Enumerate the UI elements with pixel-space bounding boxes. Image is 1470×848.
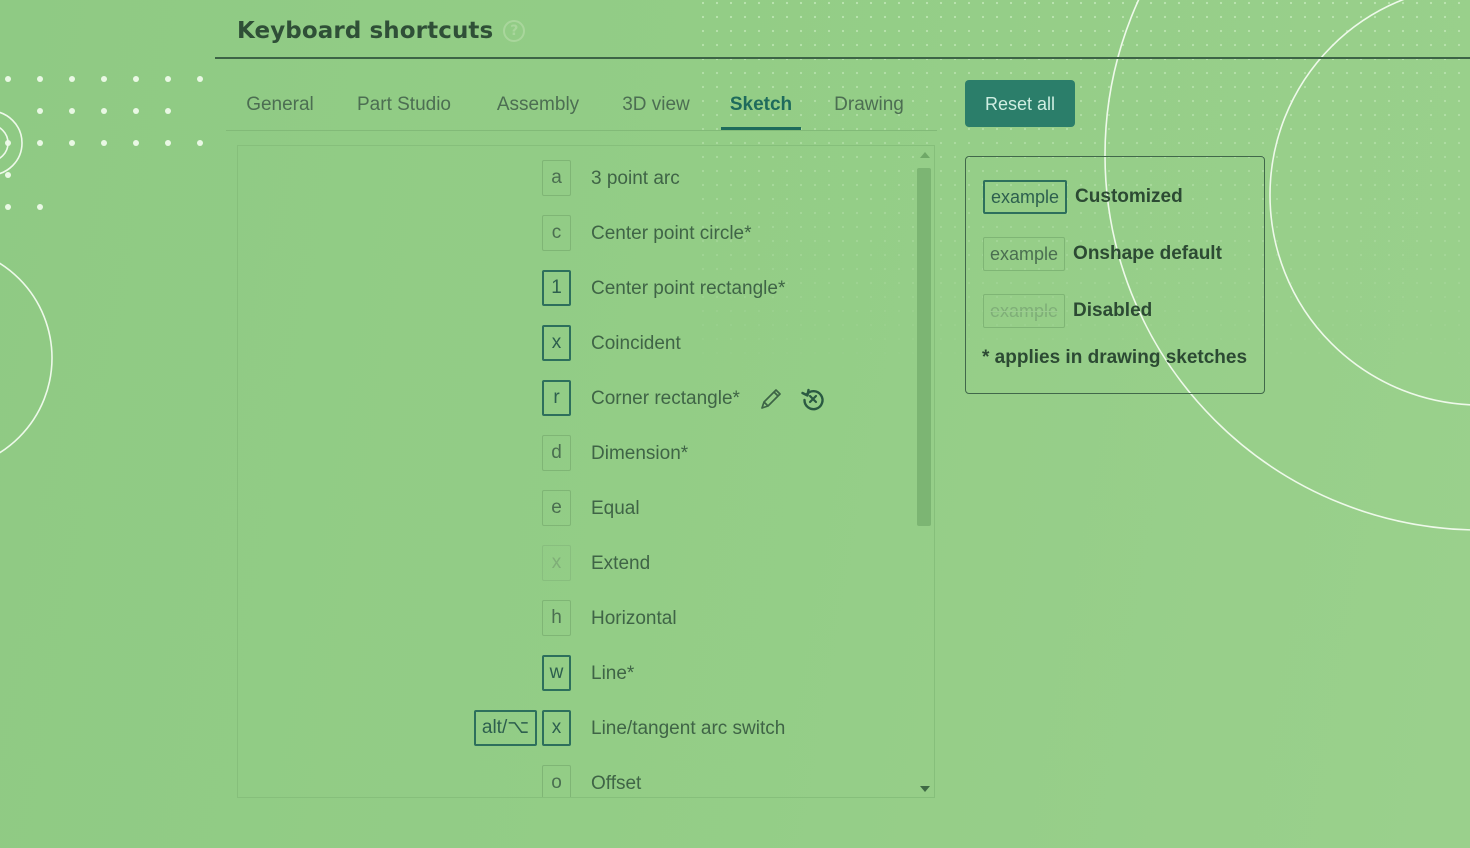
shortcut-label: Corner rectangle* [591, 388, 740, 409]
page-title: Keyboard shortcuts [237, 18, 494, 44]
shortcut-label: Offset [591, 773, 642, 794]
shortcut-label: Dimension* [591, 443, 689, 464]
shortcut-list: a 3 point arc c Center point circle* 1 C… [237, 145, 935, 798]
legend-panel: example Customized example Onshape defau… [965, 156, 1265, 394]
shortcut-key[interactable]: r [542, 380, 571, 416]
scroll-down-arrow-icon[interactable] [920, 786, 930, 792]
tab-bar: General Part Studio Assembly 3D view Ske… [226, 82, 937, 131]
shortcut-key[interactable]: o [542, 765, 571, 797]
shortcut-label: Coincident [591, 333, 681, 354]
shortcut-row[interactable]: o Offset [238, 764, 918, 797]
tab-3d-view[interactable]: 3D view [620, 82, 692, 128]
shortcut-row[interactable]: x Extend [238, 544, 918, 584]
shortcut-row[interactable]: x Coincident [238, 324, 918, 364]
scroll-up-arrow-icon[interactable] [920, 152, 930, 158]
shortcut-key[interactable]: 1 [542, 270, 571, 306]
pencil-icon[interactable] [758, 386, 784, 412]
shortcut-row[interactable]: h Horizontal [238, 599, 918, 639]
header: Keyboard shortcuts ? [237, 18, 526, 44]
tab-drawing[interactable]: Drawing [830, 82, 908, 128]
shortcut-row[interactable]: alt/⌥ x Line/tangent arc switch [238, 709, 918, 749]
tab-assembly[interactable]: Assembly [492, 82, 584, 128]
legend-footnote: * applies in drawing sketches [982, 347, 1248, 368]
shortcut-row[interactable]: a 3 point arc [238, 159, 918, 199]
shortcut-label: Center point rectangle* [591, 278, 786, 299]
legend-label: Disabled [1073, 300, 1153, 321]
shortcut-row[interactable]: r Corner rectangle* [238, 379, 918, 419]
scrollbar-thumb[interactable] [917, 168, 931, 526]
shortcut-key[interactable]: a [542, 160, 571, 196]
modifier-key[interactable]: alt/⌥ [474, 710, 537, 746]
legend-item-disabled: example Disabled [983, 293, 1152, 329]
shortcut-label: Horizontal [591, 608, 677, 629]
shortcut-key[interactable]: x [542, 545, 571, 581]
scrollbar[interactable] [916, 150, 934, 796]
reset-icon[interactable] [800, 386, 826, 412]
shortcut-key[interactable]: c [542, 215, 571, 251]
shortcut-row[interactable]: c Center point circle* [238, 214, 918, 254]
shortcut-row[interactable]: w Line* [238, 654, 918, 694]
shortcut-label: Line/tangent arc switch [591, 718, 786, 739]
shortcut-key[interactable]: w [542, 655, 571, 691]
tab-general[interactable]: General [244, 82, 316, 128]
shortcut-row[interactable]: 1 Center point rectangle* [238, 269, 918, 309]
shortcut-row[interactable]: e Equal [238, 489, 918, 529]
legend-label: Onshape default [1073, 243, 1222, 264]
shortcut-key[interactable]: e [542, 490, 571, 526]
legend-label: Customized [1075, 186, 1183, 207]
shortcut-label: Center point circle* [591, 223, 752, 244]
legend-example-key: example [983, 237, 1066, 271]
shortcut-key[interactable]: h [542, 600, 571, 636]
shortcut-key[interactable]: x [542, 710, 571, 746]
shortcut-label: 3 point arc [591, 168, 680, 189]
shortcut-label: Equal [591, 498, 640, 519]
shortcut-label: Extend [591, 553, 651, 574]
shortcut-key[interactable]: x [542, 325, 571, 361]
legend-item-default: example Onshape default [983, 236, 1222, 272]
shortcut-label: Line* [591, 663, 635, 684]
shortcut-row[interactable]: d Dimension* [238, 434, 918, 474]
legend-item-customized: example Customized [983, 179, 1183, 215]
tab-sketch[interactable]: Sketch [721, 82, 801, 130]
shortcut-key[interactable]: d [542, 435, 571, 471]
legend-example-key: example [983, 294, 1066, 328]
title-divider [215, 57, 1470, 59]
help-icon[interactable]: ? [503, 20, 526, 42]
reset-all-button[interactable]: Reset all [965, 80, 1075, 127]
tab-part-studio[interactable]: Part Studio [352, 82, 456, 128]
legend-example-key: example [983, 180, 1068, 214]
